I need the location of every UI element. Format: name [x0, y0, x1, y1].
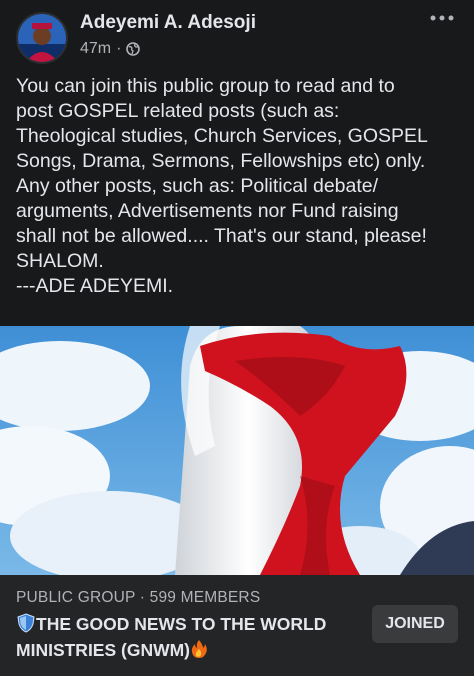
post-image[interactable]: [0, 326, 474, 575]
post-text-line: shall not be allowed.... That's our stan…: [16, 225, 427, 247]
group-meta: PUBLIC GROUP · 599 MEMBERS: [16, 589, 261, 606]
shield-emoji-icon: [16, 613, 36, 639]
group-name-line2: MINISTRIES (GNWM): [16, 640, 191, 660]
post-text-line: Theological studies, Church Services, GO…: [16, 125, 428, 147]
post-text: You can join this public group to read a…: [16, 74, 466, 299]
post-time[interactable]: 47m: [80, 40, 111, 58]
group-name[interactable]: THE GOOD NEWS TO THE WORLD MINISTRIES (G…: [16, 613, 356, 665]
post-text-line: Songs, Drama, Sermons, Fellowships etc) …: [16, 150, 426, 172]
post-text-line: SHALOM.: [16, 250, 104, 272]
post-text-line: Any other posts, such as: Political deba…: [16, 175, 379, 197]
joined-button[interactable]: JOINED: [372, 605, 458, 643]
post-header: Adeyemi A. Adesoji 47m ·: [0, 0, 474, 70]
group-name-line1: THE GOOD NEWS TO THE WORLD: [36, 614, 327, 634]
globe-icon: [126, 42, 141, 56]
author-name[interactable]: Adeyemi A. Adesoji: [80, 12, 256, 34]
post-text-line: arguments, Advertisements nor Fund raisi…: [16, 200, 399, 222]
avatar[interactable]: [16, 12, 68, 64]
group-card[interactable]: PUBLIC GROUP · 599 MEMBERS THE GOOD NEWS…: [0, 575, 474, 676]
post-meta: 47m ·: [80, 40, 141, 58]
post-text-line: ---ADE ADEYEMI.: [16, 275, 174, 297]
post-text-line: post GOSPEL related posts (such as:: [16, 100, 340, 122]
more-horizontal-icon: [430, 15, 454, 21]
fire-emoji-icon: [190, 639, 208, 665]
more-options-button[interactable]: [424, 4, 460, 32]
meta-separator: ·: [116, 40, 122, 57]
post-text-line: You can join this public group to read a…: [16, 75, 395, 97]
